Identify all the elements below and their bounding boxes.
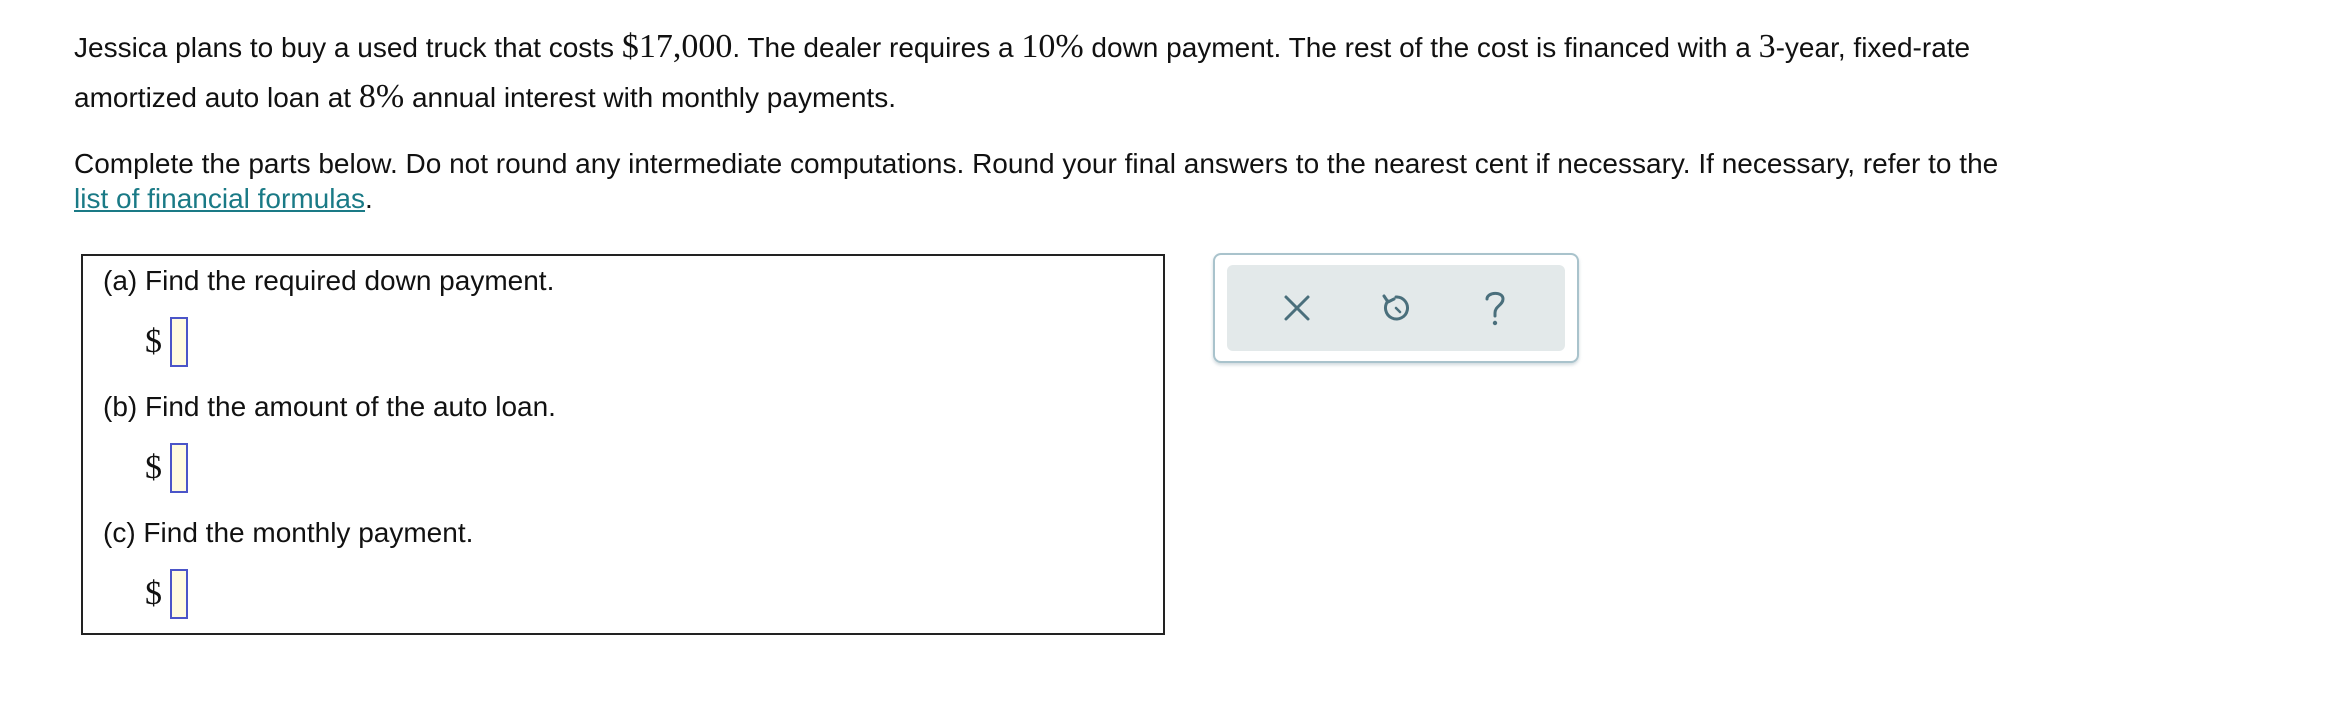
part-b-label: (b) Find the amount of the auto loan. (103, 391, 556, 422)
monthly-payment-input[interactable] (170, 569, 188, 619)
dollar-sign: $ (145, 323, 162, 360)
instructions-text: Complete the parts below. Do not round a… (74, 148, 1999, 179)
toolbar-buttons (1227, 265, 1565, 351)
problem-text: down payment. The rest of the cost is fi… (1083, 32, 1759, 63)
dollar-sign: $ (145, 575, 162, 612)
problem-text: -year, fixed-rate (1775, 32, 1971, 63)
undo-button[interactable] (1366, 278, 1426, 338)
part-b-answer-row: $ (145, 440, 188, 496)
down-payment-percent: 10% (1021, 28, 1084, 65)
part-a-answer-row: $ (145, 314, 188, 370)
problem-text: Jessica plans to buy a used truck that c… (74, 32, 622, 63)
answer-box: (a) Find the required down payment. $ (b… (81, 254, 1165, 635)
part-a-label: (a) Find the required down payment. (103, 265, 555, 296)
dollar-sign: $ (145, 449, 162, 486)
problem-statement: Jessica plans to buy a used truck that c… (74, 22, 2324, 122)
problem-text: amortized auto loan at (74, 82, 359, 113)
part-c-label: (c) Find the monthly payment. (103, 517, 474, 548)
undo-icon (1382, 294, 1409, 321)
truck-cost: $17,000 (621, 28, 733, 65)
problem-text: . The dealer requires a (732, 32, 1022, 63)
loan-years: 3 (1758, 28, 1776, 65)
problem-line-1: Jessica plans to buy a used truck that c… (74, 22, 2324, 72)
help-icon (1485, 291, 1505, 326)
down-payment-input[interactable] (170, 317, 188, 367)
problem-text: annual interest with monthly payments. (404, 82, 896, 113)
part-c-answer-row: $ (145, 566, 188, 622)
instructions-period: . (365, 183, 373, 214)
close-icon (1284, 295, 1310, 321)
help-button[interactable] (1465, 278, 1525, 338)
interest-rate: 8% (358, 78, 405, 115)
financial-formulas-link[interactable]: list of financial formulas (74, 183, 365, 214)
instructions: Complete the parts below. Do not round a… (74, 146, 2324, 216)
loan-amount-input[interactable] (170, 443, 188, 493)
clear-button[interactable] (1267, 278, 1327, 338)
problem-line-2: amortized auto loan at 8% annual interes… (74, 72, 2324, 122)
answer-toolbar (1213, 253, 1579, 363)
